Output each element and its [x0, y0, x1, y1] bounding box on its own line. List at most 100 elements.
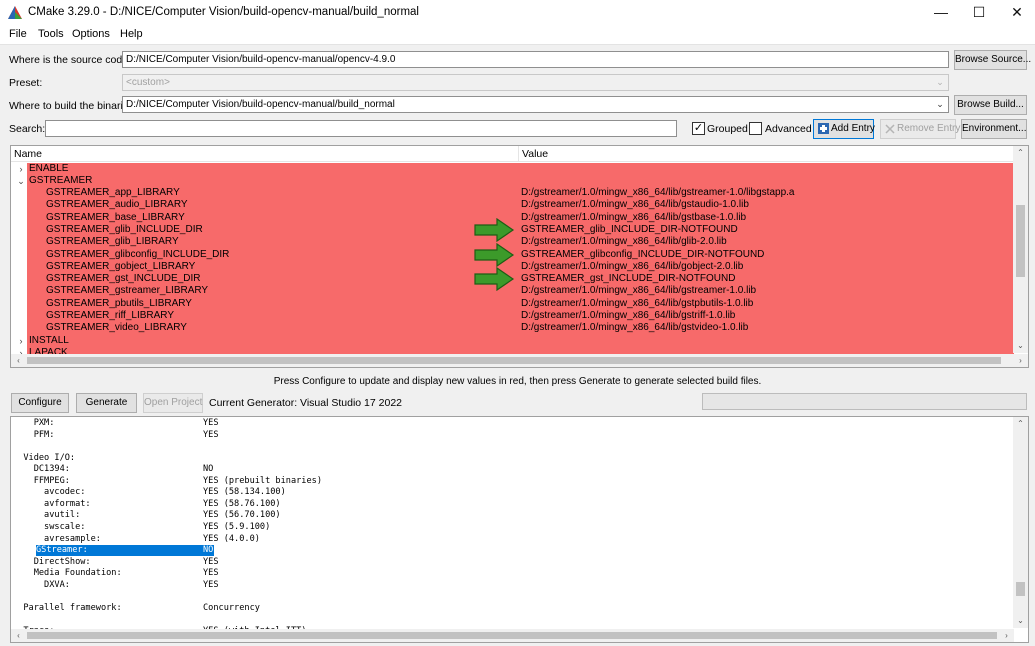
log-line-value: YES [203, 556, 219, 567]
log-line-key: GStreamer: [36, 545, 204, 557]
name-column-header[interactable]: Name [14, 148, 42, 160]
preset-label: Preset: [9, 77, 43, 89]
environment-button[interactable]: Environment... [961, 119, 1027, 139]
log-line-value: YES (5.9.100) [203, 521, 271, 532]
generate-button[interactable]: Generate [76, 393, 137, 413]
collapse-icon[interactable]: ⌄ [16, 175, 26, 187]
log-line-value: NO [203, 464, 214, 475]
remove-icon [885, 124, 895, 134]
entry-name: GSTREAMER_gobject_LIBRARY [46, 260, 196, 272]
browse-build-button[interactable]: Browse Build... [954, 95, 1027, 115]
scroll-thumb[interactable] [1016, 205, 1025, 277]
group-name: ENABLE [29, 163, 69, 174]
scroll-left-icon[interactable]: ‹ [11, 354, 26, 367]
green-arrow-icon [474, 218, 515, 242]
log-line-key: DXVA: [13, 579, 70, 590]
open-project-button[interactable]: Open Project [143, 393, 203, 413]
menu-options[interactable]: Options [72, 28, 110, 40]
preset-combo[interactable]: <custom> ⌄ [122, 74, 949, 91]
scroll-thumb[interactable] [1016, 582, 1025, 596]
log-line-key: DC1394: [13, 464, 70, 475]
table-header: Name Value [11, 146, 1014, 162]
menu-tools[interactable]: Tools [38, 28, 64, 40]
title-bar: CMake 3.29.0 - D:/NICE/Computer Vision/b… [0, 0, 1035, 25]
chevron-down-icon: ⌄ [936, 77, 944, 87]
group-row-gstreamer[interactable]: ⌄ GSTREAMER [11, 175, 1014, 187]
value-column-header[interactable]: Value [522, 148, 548, 160]
grouped-checkbox[interactable]: ✓ [692, 122, 705, 135]
table-row[interactable]: GSTREAMER_audio_LIBRARY D:/gstreamer/1.0… [11, 199, 1014, 211]
entry-name: GSTREAMER_app_LIBRARY [46, 187, 180, 198]
source-path-value: D:/NICE/Computer Vision/build-opencv-man… [126, 54, 396, 65]
table-row[interactable]: GSTREAMER_pbutils_LIBRARY D:/gstreamer/1… [11, 298, 1014, 310]
group-row-install[interactable]: › INSTALL [11, 335, 1014, 347]
log-line-key: avformat: [13, 498, 91, 509]
scroll-up-icon[interactable]: ⌃ [1013, 417, 1028, 431]
expand-icon[interactable]: › [16, 163, 26, 175]
table-row[interactable]: GSTREAMER_app_LIBRARY D:/gstreamer/1.0/m… [11, 187, 1014, 199]
entry-value: GSTREAMER_glibconfig_INCLUDE_DIR-NOTFOUN… [521, 248, 765, 260]
scroll-left-icon[interactable]: ‹ [11, 629, 26, 642]
log-vertical-scrollbar[interactable]: ⌃ ⌄ [1013, 417, 1028, 628]
log-line-value: Concurrency [203, 602, 260, 613]
configure-button[interactable]: Configure [11, 393, 69, 413]
build-path-combo[interactable]: D:/NICE/Computer Vision/build-opencv-man… [122, 96, 949, 113]
entry-name: GSTREAMER_base_LIBRARY [46, 211, 185, 223]
entry-value: D:/gstreamer/1.0/mingw_x86_64/lib/glib-2… [521, 236, 727, 248]
progress-bar [702, 393, 1027, 410]
entry-name: GSTREAMER_riff_LIBRARY [46, 310, 175, 321]
entry-value: D:/gstreamer/1.0/mingw_x86_64/lib/gstrif… [521, 310, 736, 321]
table-row[interactable]: GSTREAMER_riff_LIBRARY D:/gstreamer/1.0/… [11, 310, 1014, 322]
expand-icon[interactable]: › [16, 335, 26, 347]
cache-table[interactable]: Name Value › ENABLE ⌄ GSTREAMER GSTREAME… [10, 145, 1029, 368]
entry-value: D:/gstreamer/1.0/mingw_x86_64/lib/gobjec… [521, 260, 744, 272]
menu-help[interactable]: Help [120, 28, 143, 40]
scroll-right-icon[interactable]: › [1013, 354, 1028, 367]
browse-source-button[interactable]: Browse Source... [954, 50, 1031, 70]
log-line-key: avutil: [13, 510, 81, 521]
entry-value: D:/gstreamer/1.0/mingw_x86_64/lib/gstvid… [521, 322, 749, 334]
table-row[interactable]: GSTREAMER_video_LIBRARY D:/gstreamer/1.0… [11, 322, 1014, 334]
scroll-right-icon[interactable]: › [999, 629, 1014, 642]
scroll-down-icon[interactable]: ⌄ [1013, 614, 1028, 628]
remove-entry-button[interactable]: Remove Entry [880, 119, 960, 139]
group-name: GSTREAMER [29, 175, 93, 186]
scroll-down-icon[interactable]: ⌄ [1013, 339, 1028, 353]
log-horizontal-scrollbar[interactable]: ‹ › [11, 629, 1014, 642]
log-line-value: YES [203, 418, 219, 428]
column-divider [518, 146, 519, 162]
search-input[interactable] [45, 120, 677, 137]
close-button[interactable]: ✕ [994, 0, 1035, 25]
log-line-value: YES (prebuilt binaries) [203, 475, 322, 486]
entry-name: GSTREAMER_gstreamer_LIBRARY [46, 285, 209, 297]
menu-file[interactable]: File [9, 28, 27, 40]
entry-name: GSTREAMER_gst_INCLUDE_DIR [46, 273, 201, 285]
source-path-field[interactable]: D:/NICE/Computer Vision/build-opencv-man… [122, 51, 949, 68]
chevron-down-icon: ⌄ [936, 99, 944, 109]
log-line-value: YES (58.134.100) [203, 487, 286, 498]
green-arrow-icon [474, 267, 515, 291]
table-vertical-scrollbar[interactable]: ⌃ ⌄ [1013, 146, 1028, 353]
entry-name: GSTREAMER_glibconfig_INCLUDE_DIR [46, 248, 230, 260]
output-log[interactable]: PXM: YES PFM: YES Video I/O: DC1394: NO FFM… [10, 416, 1029, 643]
group-row-enable[interactable]: › ENABLE [11, 163, 1014, 175]
window-title: CMake 3.29.0 - D:/NICE/Computer Vision/b… [28, 6, 419, 18]
log-line-key: avcodec: [13, 487, 86, 498]
build-label: Where to build the binaries: [9, 100, 137, 112]
entry-value: GSTREAMER_gst_INCLUDE_DIR-NOTFOUND [521, 273, 736, 285]
entry-name: GSTREAMER_glib_LIBRARY [46, 236, 179, 248]
log-line-key: swscale: [13, 521, 86, 532]
scroll-up-icon[interactable]: ⌃ [1013, 146, 1028, 160]
entry-value: GSTREAMER_glib_INCLUDE_DIR-NOTFOUND [521, 223, 738, 235]
entry-value: D:/gstreamer/1.0/mingw_x86_64/lib/gstbas… [521, 211, 747, 223]
log-line-key: PFM: [13, 429, 55, 440]
entry-value: D:/gstreamer/1.0/mingw_x86_64/lib/gstaud… [521, 199, 749, 211]
scroll-thumb[interactable] [27, 357, 1001, 364]
scroll-thumb[interactable] [27, 632, 997, 639]
green-arrow-icon [474, 243, 515, 267]
entry-value: D:/gstreamer/1.0/mingw_x86_64/lib/gstrea… [521, 187, 795, 198]
advanced-checkbox[interactable] [749, 122, 762, 135]
entry-value: D:/gstreamer/1.0/mingw_x86_64/lib/gstpbu… [521, 297, 754, 309]
table-horizontal-scrollbar[interactable]: ‹ › [11, 354, 1028, 367]
add-entry-button[interactable]: Add Entry [813, 119, 875, 139]
